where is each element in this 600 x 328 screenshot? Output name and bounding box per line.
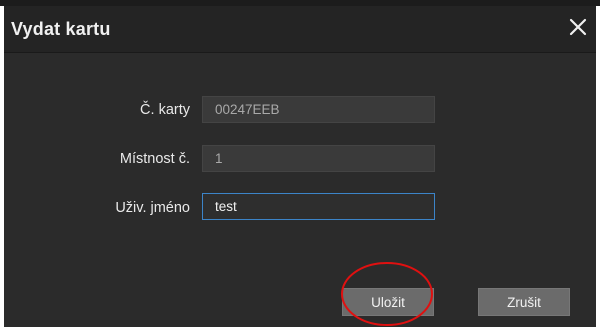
dialog-title: Vydat kartu [11, 19, 111, 39]
cancel-button[interactable]: Zrušit [478, 288, 570, 316]
card-no-field[interactable] [202, 96, 435, 123]
room-no-label: Místnost č. [119, 151, 190, 167]
card-no-label: Č. karty [140, 102, 190, 118]
user-name-label: Uživ. jméno [115, 200, 190, 216]
room-no-field[interactable] [202, 145, 435, 172]
user-name-field[interactable] [202, 193, 435, 220]
save-button[interactable]: Uložit [342, 288, 434, 316]
issue-card-dialog: Vydat kartu Č. karty Místnost č. Uživ. j… [4, 6, 596, 327]
close-icon[interactable] [566, 15, 590, 39]
dialog-titlebar: Vydat kartu [4, 6, 596, 53]
